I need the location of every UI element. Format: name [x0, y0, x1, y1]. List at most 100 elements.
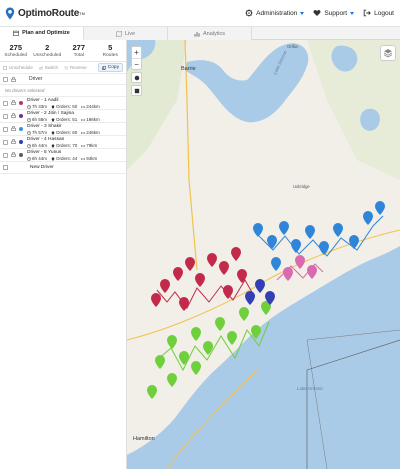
- route-metrics: 7h 57m Orders: 60 246km: [27, 130, 126, 136]
- map-layers-button[interactable]: [380, 45, 396, 61]
- tab-live[interactable]: Live: [84, 27, 168, 40]
- zoom-out-button[interactable]: −: [132, 58, 141, 69]
- stat-label: Total: [73, 53, 84, 58]
- driver-checkbox[interactable]: [3, 127, 8, 132]
- new-driver-label: New Driver: [30, 165, 54, 170]
- route-metrics: 7h 33m Orders: 50 244km: [27, 104, 126, 110]
- app-logo[interactable]: OptimoRoute TM: [0, 7, 85, 20]
- stat-scheduled: 275 Scheduled: [0, 40, 32, 61]
- driver-row[interactable]: Driver - 4 Hassan 6h 44m Orders: 70 79km: [0, 136, 126, 149]
- clock-icon: [27, 143, 31, 148]
- route-metrics: 6h 44m Orders: 70 79km: [27, 143, 126, 149]
- driver-column-label: Driver: [29, 76, 43, 82]
- lock-icon[interactable]: [11, 139, 16, 144]
- app-name: OptimoRoute: [18, 7, 80, 19]
- heart-icon: [313, 9, 321, 17]
- top-bar: OptimoRoute TM Administration Support Log…: [0, 0, 400, 27]
- zoom-in-button[interactable]: +: [132, 47, 141, 58]
- route-metrics: 6h 44m Orders: 44 94km: [27, 156, 126, 162]
- route-time: 6h 44m: [32, 142, 48, 148]
- route-orders: Orders: 44: [56, 155, 78, 161]
- select-all-checkbox[interactable]: [3, 76, 8, 82]
- switch-label: Switch: [44, 65, 59, 70]
- switch-button[interactable]: Switch: [38, 65, 59, 70]
- new-driver-checkbox[interactable]: [3, 165, 8, 170]
- route-color-dot: [19, 153, 23, 157]
- stat-value: 275: [9, 43, 22, 52]
- pin-icon: [51, 130, 55, 135]
- unschedule-icon: [3, 65, 7, 70]
- logo-pin-icon: [5, 7, 15, 19]
- pin-icon: [51, 143, 55, 148]
- distance-icon: [81, 118, 86, 121]
- chevron-down-icon: [300, 11, 305, 15]
- tab-plan-and-optimize[interactable]: Plan and Optimize: [0, 27, 84, 40]
- driver-checkbox[interactable]: [3, 153, 8, 158]
- driver-row[interactable]: Driver - 2 Jitin / Sajina 6h 58m Orders:…: [0, 110, 126, 123]
- administration-menu[interactable]: Administration: [245, 9, 305, 17]
- distance-icon: [81, 131, 86, 134]
- clock-icon: [27, 130, 31, 135]
- lock-icon[interactable]: [11, 152, 16, 157]
- logout-icon: [363, 9, 371, 17]
- driver-checkbox[interactable]: [3, 114, 8, 119]
- route-orders: Orders: 70: [56, 142, 78, 148]
- top-nav: Administration Support Logout: [236, 9, 400, 17]
- unschedule-button[interactable]: Unschedule: [3, 65, 33, 70]
- driver-list-header: Driver: [0, 74, 126, 85]
- tab-label: Plan and Optimize: [22, 30, 70, 36]
- map-canvas[interactable]: [127, 40, 400, 469]
- lock-icon[interactable]: [11, 113, 16, 118]
- logout-link[interactable]: Logout: [363, 9, 394, 17]
- administration-label: Administration: [256, 9, 298, 17]
- map-label-lake-ontario: Lake Ontario: [297, 386, 323, 391]
- no-driver-message: No drivers selected: [0, 85, 126, 97]
- clock-icon: [27, 156, 31, 161]
- route-stats: 275 Scheduled 2 Unscheduled 277 Total 5 …: [0, 40, 126, 62]
- pin-icon: [51, 156, 55, 161]
- logout-label: Logout: [374, 9, 394, 17]
- switch-icon: [38, 65, 43, 70]
- bar-chart-icon: [194, 31, 200, 37]
- tab-analytics[interactable]: Analytics: [168, 27, 252, 40]
- support-menu[interactable]: Support: [313, 9, 355, 17]
- stat-label: Scheduled: [4, 53, 28, 58]
- lock-icon[interactable]: [11, 100, 16, 105]
- distance-icon: [81, 144, 86, 147]
- lock-icon[interactable]: [11, 126, 16, 131]
- driver-row[interactable]: Driver - 3 Shakir 7h 57m Orders: 60 246k…: [0, 123, 126, 136]
- driver-checkbox[interactable]: [3, 101, 8, 106]
- driver-row[interactable]: Driver - 1 Aadil 7h 33m Orders: 50 244km: [0, 97, 126, 110]
- route-sidebar: 275 Scheduled 2 Unscheduled 277 Total 5 …: [0, 40, 127, 469]
- stat-routes: 5 Routes: [95, 40, 127, 61]
- stat-unscheduled[interactable]: 2 Unscheduled: [32, 40, 64, 61]
- reverse-label: Reverse: [70, 65, 87, 70]
- reverse-icon: [64, 65, 68, 69]
- gear-icon: [245, 9, 253, 17]
- driver-row[interactable]: Driver - 5 Yunus 6h 44m Orders: 44 94km: [0, 149, 126, 162]
- tab-label: Live: [124, 30, 136, 37]
- pin-icon: [51, 104, 55, 109]
- route-color-dot: [19, 101, 23, 105]
- route-orders: Orders: 50: [56, 103, 78, 109]
- unschedule-label: Unschedule: [9, 65, 33, 70]
- route-orders: Orders: 51: [56, 116, 78, 122]
- copy-button[interactable]: Copy: [97, 63, 123, 72]
- draw-circle-tool[interactable]: [131, 72, 142, 83]
- draw-rectangle-tool[interactable]: [131, 85, 142, 96]
- route-color-dot: [19, 127, 23, 131]
- lock-icon[interactable]: [11, 76, 16, 82]
- map-label-hamilton: Hamilton: [133, 436, 155, 442]
- route-distance: 94km: [86, 155, 98, 161]
- support-label: Support: [324, 9, 348, 17]
- map-icon: [116, 30, 122, 37]
- reverse-button[interactable]: Reverse: [64, 65, 87, 70]
- new-driver-row[interactable]: New Driver: [0, 162, 126, 174]
- pin-icon: [51, 117, 55, 122]
- calendar-icon: [13, 30, 20, 36]
- trademark: TM: [79, 10, 85, 16]
- copy-label: Copy: [107, 65, 119, 70]
- stat-label: Routes: [102, 53, 118, 58]
- driver-checkbox[interactable]: [3, 140, 8, 145]
- route-map[interactable]: + − Barrie Lake Simcoe Orillia Uxbridge …: [127, 40, 400, 469]
